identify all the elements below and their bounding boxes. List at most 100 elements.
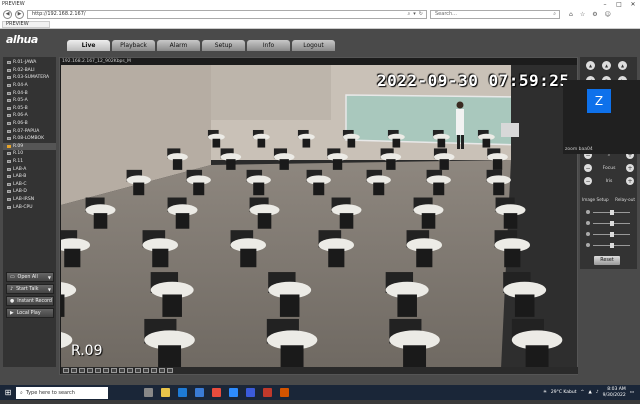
image-setup-tab[interactable]: Image Setup xyxy=(582,197,609,202)
open-all-button[interactable]: ▭ Open All ▼ xyxy=(6,272,54,282)
chevron-down-icon[interactable]: ▼ xyxy=(48,287,53,292)
weather-text[interactable]: 29°C Kabut xyxy=(551,390,577,395)
gear-icon[interactable]: ⚙ xyxy=(592,11,597,18)
channel-item[interactable]: R.06-B xyxy=(3,120,56,128)
split-4-icon[interactable] xyxy=(71,368,77,373)
tab-live[interactable]: Live xyxy=(67,40,110,51)
ptz-up-left-button[interactable]: ▲ xyxy=(586,61,595,70)
audio-icon[interactable] xyxy=(143,368,149,373)
close-button[interactable]: ✕ xyxy=(626,1,640,8)
iris-plus-button[interactable]: + xyxy=(626,177,634,185)
ie-icon[interactable] xyxy=(246,388,255,397)
volume-icon[interactable]: ♪ xyxy=(596,390,599,395)
split-16-icon[interactable] xyxy=(87,368,93,373)
slider-knob[interactable] xyxy=(609,220,614,226)
channel-item[interactable]: LAB-C xyxy=(3,181,56,189)
ratio-icon[interactable] xyxy=(159,368,165,373)
fluency-icon[interactable] xyxy=(167,368,173,373)
channel-item[interactable]: R.02-BALI xyxy=(3,67,56,75)
channel-item[interactable]: R.06-A xyxy=(3,112,56,120)
start-talk-button[interactable]: ♪ Start Talk ▼ xyxy=(6,284,54,294)
tab-playback[interactable]: Playback xyxy=(112,40,155,51)
refresh-icon[interactable]: ↻ xyxy=(419,11,423,17)
focus-plus-button[interactable]: + xyxy=(625,164,634,172)
app-icon[interactable] xyxy=(263,388,272,397)
channel-item[interactable]: LAB-CPU xyxy=(3,203,56,211)
record-icon[interactable] xyxy=(127,368,133,373)
smiley-icon[interactable]: ☺ xyxy=(605,11,611,18)
browser-tab[interactable]: PREVIEW xyxy=(2,20,50,28)
url-field[interactable]: http://192.168.2.167/ ⌕ ▾ ↻ xyxy=(27,9,427,19)
slider-knob[interactable] xyxy=(609,209,614,215)
channel-item[interactable]: LAB-IRSN xyxy=(3,196,56,204)
zoom-participant-tile[interactable]: Z zoom baa04 xyxy=(563,80,640,154)
channel-item[interactable]: R.05-B xyxy=(3,105,56,113)
slider-track[interactable] xyxy=(593,220,630,226)
star-icon[interactable]: ☆ xyxy=(580,11,585,18)
stream-icon[interactable] xyxy=(151,368,157,373)
zoom-icon[interactable] xyxy=(135,368,141,373)
app-icon[interactable] xyxy=(280,388,289,397)
snapshot-icon[interactable] xyxy=(119,368,125,373)
search-icon[interactable]: ⌕ xyxy=(407,11,410,17)
channel-item[interactable]: R.01-JAWA xyxy=(3,59,56,67)
channel-item[interactable]: LAB-A xyxy=(3,165,56,173)
ptz-up-right-button[interactable]: ▲ xyxy=(618,61,627,70)
slider-track[interactable] xyxy=(593,209,630,215)
reset-button[interactable]: Reset xyxy=(594,256,620,265)
channel-item[interactable]: LAB-D xyxy=(3,188,56,196)
video-viewport[interactable]: 192.168.2.167_12_902Kbps_M 2022-09-30 07… xyxy=(59,57,578,375)
channel-list[interactable]: R.01-JAWA R.02-BALI R.03-SUMATERA R.04-A R.0… xyxy=(3,57,56,269)
home-icon[interactable]: ⌂ xyxy=(569,11,573,18)
channel-item[interactable]: R.05-A xyxy=(3,97,56,105)
instant-record-button[interactable]: ● Instant Record xyxy=(6,296,54,306)
windows-start-icon[interactable]: ⊞ xyxy=(0,385,16,400)
tab-logout[interactable]: Logout xyxy=(292,40,335,51)
focus-minus-button[interactable]: − xyxy=(584,164,592,172)
contrast-slider[interactable] xyxy=(586,220,630,226)
browser-search-field[interactable]: Search... ⌕ xyxy=(430,9,560,19)
edge-icon[interactable] xyxy=(178,388,187,397)
local-play-button[interactable]: ▶ Local Play xyxy=(6,308,54,318)
chevron-down-icon[interactable]: ▼ xyxy=(48,275,53,280)
channel-item[interactable]: LAB-B xyxy=(3,173,56,181)
notification-icon[interactable]: ▭ xyxy=(630,390,634,395)
task-view-icon[interactable] xyxy=(144,388,153,397)
tab-alarm[interactable]: Alarm xyxy=(157,40,200,51)
network-icon[interactable]: ▲ xyxy=(588,390,591,395)
slider-track[interactable] xyxy=(593,242,630,248)
split-9-icon[interactable] xyxy=(79,368,85,373)
channel-item[interactable]: R.08-LOMBOK xyxy=(3,135,56,143)
minimize-button[interactable]: – xyxy=(598,1,612,8)
taskbar-search-field[interactable]: ⌕ Type here to search xyxy=(16,386,108,399)
channel-item[interactable]: R.07-PAPUA xyxy=(3,127,56,135)
brightness-slider[interactable] xyxy=(586,209,630,215)
iris-minus-button[interactable]: − xyxy=(584,177,592,185)
slider-track[interactable] xyxy=(593,231,630,237)
relay-out-tab[interactable]: Relay-out xyxy=(615,197,635,202)
ptz-up-button[interactable]: ▲ xyxy=(602,61,611,70)
taskbar-clock[interactable]: 8:03 AM 9/30/2022 xyxy=(603,387,626,398)
slider-knob[interactable] xyxy=(609,231,614,237)
channel-item[interactable]: R.09 xyxy=(3,142,56,151)
split-1-icon[interactable] xyxy=(63,368,69,373)
chrome-icon[interactable] xyxy=(212,388,221,397)
file-explorer-icon[interactable] xyxy=(161,388,170,397)
channel-item[interactable]: R.04-B xyxy=(3,89,56,97)
tab-setup[interactable]: Setup xyxy=(202,40,245,51)
fullscreen-icon[interactable] xyxy=(111,368,117,373)
forward-button[interactable]: ▶ xyxy=(15,9,24,19)
channel-item[interactable]: R.11 xyxy=(3,158,56,166)
tray-chevron-icon[interactable]: ^ xyxy=(581,390,585,395)
hue-slider[interactable] xyxy=(586,242,630,248)
split-36-icon[interactable] xyxy=(103,368,109,373)
maximize-button[interactable]: □ xyxy=(612,1,626,8)
zoom-app-icon[interactable] xyxy=(229,388,238,397)
tab-info[interactable]: Info xyxy=(247,40,290,51)
channel-item[interactable]: R.03-SUMATERA xyxy=(3,74,56,82)
saturation-slider[interactable] xyxy=(586,231,630,237)
back-button[interactable]: ◀ xyxy=(3,9,12,19)
dropdown-icon[interactable]: ▾ xyxy=(413,11,416,17)
slider-knob[interactable] xyxy=(609,242,614,248)
store-icon[interactable] xyxy=(195,388,204,397)
